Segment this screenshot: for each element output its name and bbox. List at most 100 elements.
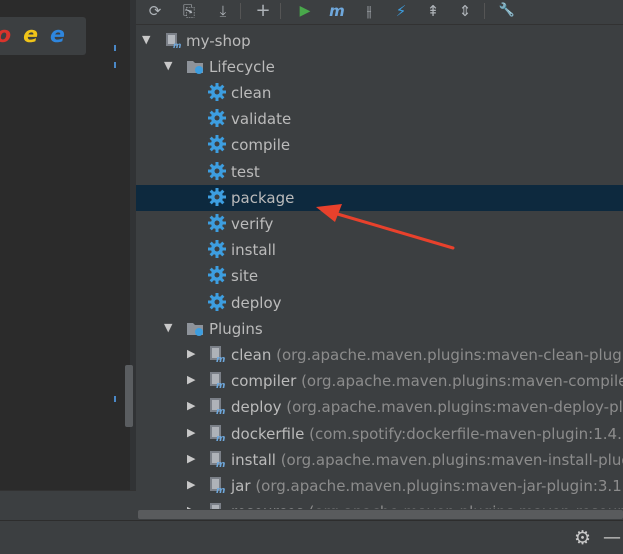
plugin-node-install[interactable]: ▶ m install (org.apache.maven.plugins:mave… [136,447,623,473]
gear-icon [208,214,226,232]
toolbar-separator [240,3,241,19]
gear-icon[interactable]: ⚙ [574,527,591,549]
gear-icon [208,266,226,285]
plugin-name: dockerfile [231,424,305,443]
status-bar: ⚙ — [0,520,623,554]
lifecycle-goal-validate[interactable]: validate [136,106,623,132]
plugin-node-compiler[interactable]: ▶ m compiler (org.apache.maven.plugins:mav… [136,368,623,394]
svg-text:m: m [173,41,181,49]
plugin-node-deploy[interactable]: ▶ m deploy (org.apache.maven.plugins:maven… [136,394,623,420]
lifecycle-goal-verify[interactable]: verify [136,211,623,237]
goal-label: clean [231,84,272,102]
plugin-icon: m [210,477,225,494]
expand-arrow-icon[interactable]: ▼ [164,321,172,334]
plugin-icon: m [210,398,225,415]
goal-label: test [231,162,260,181]
tree-node-lifecycle[interactable]: ▼ Lifecycle [136,54,623,80]
collapse-arrow-icon[interactable]: ▶ [187,478,195,491]
plugin-label: deploy (org.apache.maven.plugins:maven-d… [231,398,623,416]
show-dependencies-icon[interactable]: ⇞ [422,1,444,21]
plugin-node-dockerfile[interactable]: ▶ m dockerfile (com.spotify:dockerfile-mav… [136,421,623,447]
collapse-arrow-icon[interactable]: ▶ [187,373,195,386]
plugin-node-clean[interactable]: ▶ m clean (org.apache.maven.plugins:maven-… [136,342,623,368]
svg-text:m: m [216,486,225,494]
goal-label: site [231,267,259,286]
plugin-coordinates: (org.apache.maven.plugins:maven-clean-pl… [276,346,623,364]
svg-text:m: m [216,407,225,415]
tree-node-project[interactable]: ▼ m my-shop [136,28,623,54]
folder-icon [187,61,203,74]
maven-toolbar: ⟳ ⎘ ⤓ + ▶ m ⫲ ⚡ ⇞ ⇕ 🔧 [136,0,623,25]
execute-goal-icon[interactable]: m [326,1,348,21]
plugin-label: dockerfile (com.spotify:dockerfile-maven… [231,425,623,443]
plugin-icon: m [210,372,225,389]
plugin-coordinates: (org.apache.maven.plugins:maven-compiler… [301,372,623,391]
gear-icon [208,109,226,128]
plugin-name: deploy [231,398,282,417]
folder-icon [187,323,203,336]
lifecycle-goal-clean[interactable]: clean [136,80,623,106]
plugin-name: install [231,450,276,469]
generate-sources-icon[interactable]: ⎘ [178,1,200,21]
collapse-arrow-icon[interactable]: ▶ [187,426,195,439]
lifecycle-goal-compile[interactable]: compile [136,132,623,158]
lifecycle-goal-deploy[interactable]: deploy [136,290,623,316]
plugin-label: clean (org.apache.maven.plugins:maven-cl… [231,346,623,364]
maven-project-icon: m [166,33,181,49]
skip-tests-icon[interactable]: ⚡ [390,1,412,21]
plugins-label: Plugins [209,320,263,338]
scroll-marker [114,45,116,51]
scroll-marker [114,396,116,402]
gear-icon [208,187,226,206]
goal-label: compile [231,136,291,155]
collapse-arrow-icon[interactable]: ▶ [187,452,195,465]
expand-arrow-icon[interactable]: ▼ [164,59,172,72]
scroll-marker [114,62,116,68]
plugin-icon: m [210,450,225,468]
plugin-coordinates: (org.apache.maven.plugins:maven-deploy-p… [286,398,623,417]
gear-icon [208,83,226,101]
minimize-icon[interactable]: — [603,527,621,548]
add-icon[interactable]: + [252,1,274,21]
lifecycle-goal-package[interactable]: package [136,184,623,211]
gear-icon [208,135,226,154]
gear-icon [208,292,226,311]
svg-text:m: m [216,434,225,442]
edge-icon[interactable]: e [50,25,65,47]
project-label: my-shop [186,32,251,50]
collapse-arrow-icon[interactable]: ▶ [187,347,195,360]
lifecycle-goal-test[interactable]: test [136,159,623,185]
gear-icon [208,161,226,180]
toolbar-separator [484,3,485,19]
plugin-coordinates: (org.apache.maven.plugins:maven-install-… [280,450,623,469]
collapse-all-icon[interactable]: ⇕ [454,1,476,21]
horizontal-scrollbar[interactable] [138,510,623,519]
tree-node-plugins[interactable]: ▼ Plugins [136,316,623,342]
plugin-node-jar[interactable]: ▶ m jar (org.apache.maven.plugins:maven-ja… [136,473,623,499]
plugin-coordinates: (com.spotify:dockerfile-maven-plugin:1.4… [309,424,623,443]
svg-text:m: m [216,355,225,363]
collapse-arrow-icon[interactable]: ▶ [187,399,195,412]
plugin-name: jar [231,477,251,495]
editor-bottom-strip [0,490,136,521]
svg-text:m: m [216,381,225,389]
goal-label: package [231,188,295,207]
goal-label: install [231,241,276,260]
plugin-label: install (org.apache.maven.plugins:maven-… [231,451,623,469]
download-icon[interactable]: ⤓ [212,1,234,21]
goal-label: deploy [231,293,282,312]
plugin-icon: m [210,346,225,363]
toggle-offline-icon[interactable]: ⫲ [358,1,380,21]
editor-scrollbar[interactable] [125,365,133,427]
lifecycle-goal-site[interactable]: site [136,263,623,289]
opera-icon[interactable]: o [0,25,11,47]
settings-wrench-icon[interactable]: 🔧 [496,1,518,21]
lifecycle-goal-install[interactable]: install [136,237,623,263]
expand-arrow-icon[interactable]: ▼ [142,33,150,46]
maven-projects-tree: ▼ m my-shop ▼ Lifecycle clean validate com… [136,28,623,520]
plugin-label: compiler (org.apache.maven.plugins:maven… [231,372,623,390]
reimport-icon[interactable]: ⟳ [144,1,166,21]
ie-icon-yellow[interactable]: e [23,25,38,47]
run-icon[interactable]: ▶ [294,1,316,21]
editor-area [0,0,130,490]
